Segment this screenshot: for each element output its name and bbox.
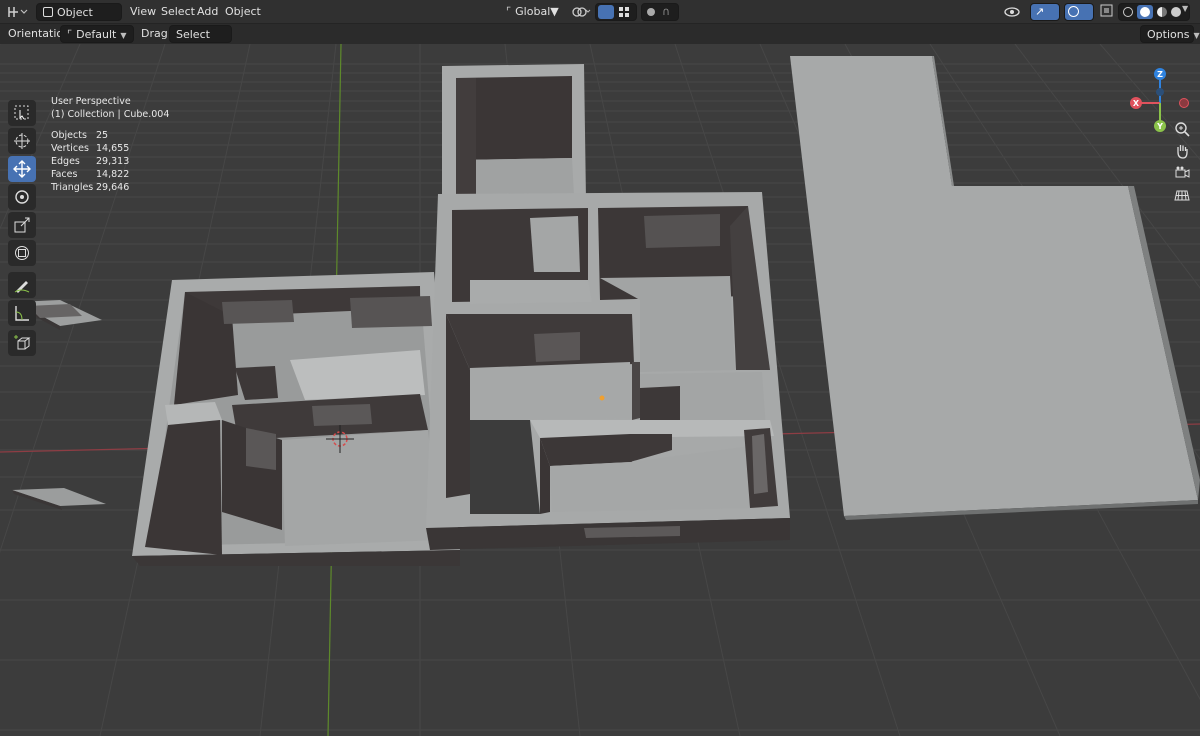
xray-icon[interactable] [1100,4,1116,20]
cursor-icon [14,133,30,149]
stat-label: Edges [51,156,80,167]
rotate-tool[interactable] [8,184,36,210]
camera-view-button[interactable] [1171,162,1193,184]
gizmo-y-label: Y [1156,122,1163,131]
zoom-button[interactable] [1171,118,1193,140]
options-label: Options [1147,28,1190,41]
stat-row: Objects 25 [51,129,169,142]
gizmo-neg-x-axis[interactable] [1179,98,1189,108]
wireframe-shading-icon[interactable] [1123,7,1133,17]
gizmo-x-label: X [1133,99,1140,108]
ortho-toggle-button[interactable] [1171,184,1193,206]
viewport-info-overlay: User Perspective (1) Collection | Cube.0… [51,95,169,194]
stat-value: 29,646 [96,182,130,193]
house-model-object[interactable] [132,64,790,566]
stat-row: Vertices 14,655 [51,142,169,155]
stat-row: Triangles 29,646 [51,181,169,194]
scale-icon [14,217,30,233]
active-collection: (1) Collection | Cube.004 [51,109,170,120]
rotate-icon [15,190,29,204]
overlays-toggle[interactable] [1064,3,1094,21]
stat-label: Vertices [51,143,89,154]
options-dropdown[interactable]: Options ▼ [1140,25,1200,43]
stat-label: Faces [51,169,78,180]
viewport-scene[interactable] [0,44,1200,736]
gizmo-icon: ↗ [1035,5,1045,18]
menu-object[interactable]: Object [219,3,267,21]
snap-target-icon[interactable] [618,6,630,18]
transform-tool[interactable] [8,240,36,266]
visibility-icon[interactable] [1004,4,1020,20]
move-tool[interactable] [8,156,36,182]
gizmo-z-label: Z [1157,70,1163,79]
move-icon [13,160,31,178]
view-name: User Perspective [51,96,131,107]
chevron-down-icon: ▼ [1193,31,1200,40]
camera-icon [1175,166,1190,178]
stat-value: 29,313 [96,156,130,167]
pan-button[interactable] [1171,140,1193,162]
measure-icon [15,306,29,321]
chevron-down-icon: ▼ [550,5,559,18]
drag-label: Drag: [141,27,172,40]
annotate-icon [14,281,30,293]
annotate-tool[interactable] [8,272,36,298]
add-cube-icon [14,335,31,350]
transform-orientation-dropdown[interactable]: ⌜ Global▼ [506,3,562,21]
solid-shading-icon[interactable] [1137,5,1153,19]
snapping-group[interactable] [595,3,637,21]
chevron-down-icon: ▼ [120,31,127,40]
transform-icon [15,246,29,260]
object-mode-icon [43,7,53,17]
chevron-down-icon[interactable]: ▼ [1182,4,1188,13]
add-cube-tool[interactable] [8,330,36,356]
select-box-tool[interactable] [8,100,36,126]
stray-door-object[interactable] [12,488,106,510]
tool-settings-bar: Orientation: ⌜Default▼ Drag: Select Box▼… [0,24,1200,59]
scale-tool[interactable] [8,212,36,238]
viewport-header: Object Mode▼ View Select Add Object ⌜Glo… [0,0,1200,37]
stat-row: Faces 14,822 [51,168,169,181]
orientation-label: Global [515,5,551,18]
pivot-point-icon[interactable] [570,4,591,20]
proportional-editing-group[interactable]: ∩ [641,3,679,21]
stat-label: Triangles [51,182,94,193]
gizmo-toggle[interactable]: ↗ [1030,3,1060,21]
stat-row: Edges 29,313 [51,155,169,168]
gizmo-neg-y-axis[interactable] [1156,88,1164,96]
editor-type-icon[interactable] [6,4,28,20]
hand-icon [1177,145,1188,159]
stat-value: 14,655 [96,143,130,154]
shading-group[interactable]: ▼ [1118,3,1190,21]
cursor-tool[interactable] [8,128,36,154]
measure-tool[interactable] [8,300,36,326]
3d-viewport[interactable]: User Perspective (1) Collection | Cube.0… [0,44,1200,736]
object-origin-dot [599,395,605,401]
drag-dropdown[interactable]: Select Box▼ [169,25,232,59]
orientation-value: Default [76,28,117,41]
orientation-default-icon: ⌜ [67,28,73,41]
rendered-shading-icon[interactable] [1171,7,1181,17]
zoom-icon [1175,122,1190,137]
grid-view-icon [1174,190,1190,201]
snap-toggle-icon[interactable] [598,5,614,19]
orientation-icon: ⌜ [506,5,512,18]
mode-dropdown[interactable]: Object Mode▼ [36,3,122,37]
falloff-icon[interactable]: ∩ [662,5,670,18]
stat-value: 25 [96,130,109,141]
stat-label: Objects [51,130,87,141]
material-shading-icon[interactable] [1157,7,1167,17]
select-box-icon [14,105,29,120]
orientation-dropdown[interactable]: ⌜ Default ▼ [60,25,134,43]
overlays-icon [1068,6,1079,17]
stat-value: 14,822 [96,169,130,180]
proportional-edit-icon[interactable] [647,8,655,16]
